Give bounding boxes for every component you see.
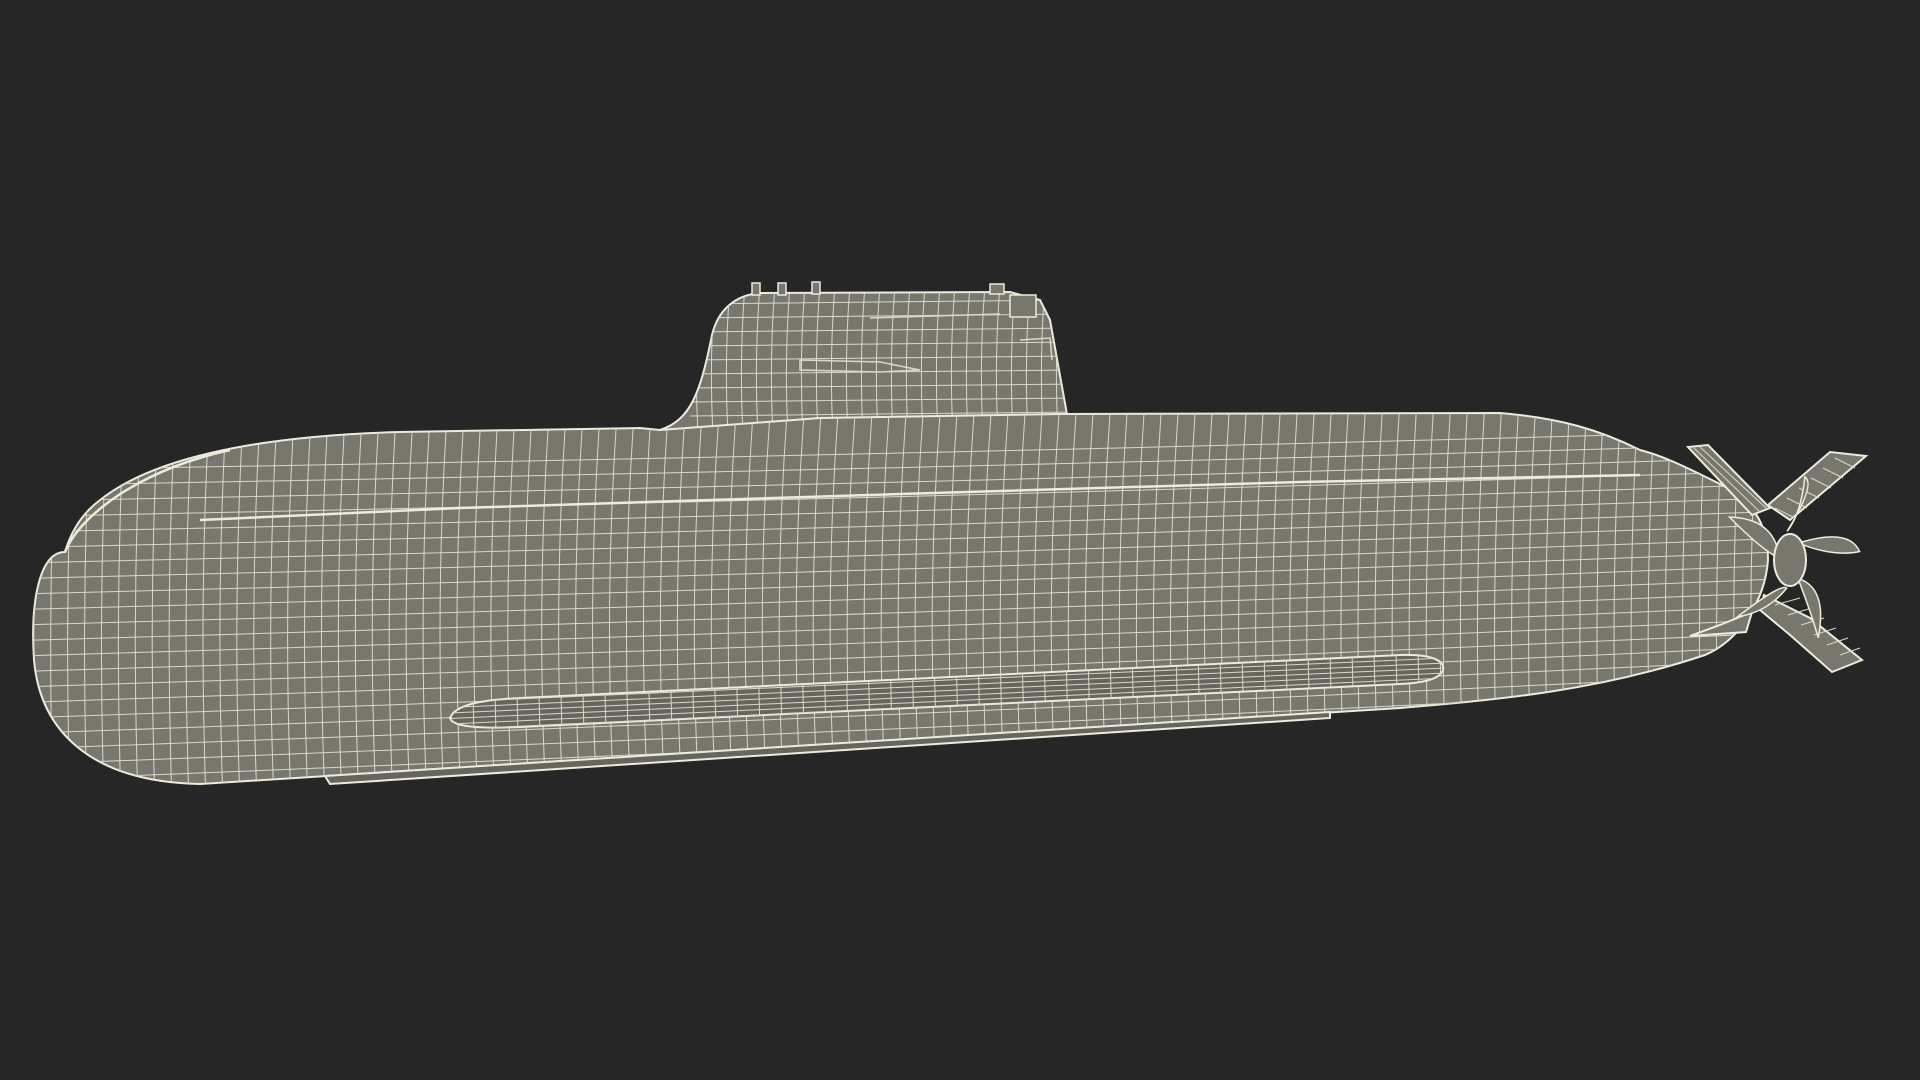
mast-stub (1009, 294, 1037, 318)
render-viewport (0, 0, 1920, 1080)
mast-stub (777, 282, 787, 296)
propeller-blade (1796, 536, 1861, 554)
mast-stub (989, 283, 1005, 295)
upper-right-stern-plane (1766, 450, 1869, 522)
submarine-wireframe-render (32, 281, 1869, 786)
sail-rib-line (1071, 285, 1075, 435)
mast-stub (811, 281, 821, 295)
propeller-hub (1773, 533, 1807, 587)
mast-stub (751, 282, 761, 296)
sail-tower (659, 281, 1075, 435)
